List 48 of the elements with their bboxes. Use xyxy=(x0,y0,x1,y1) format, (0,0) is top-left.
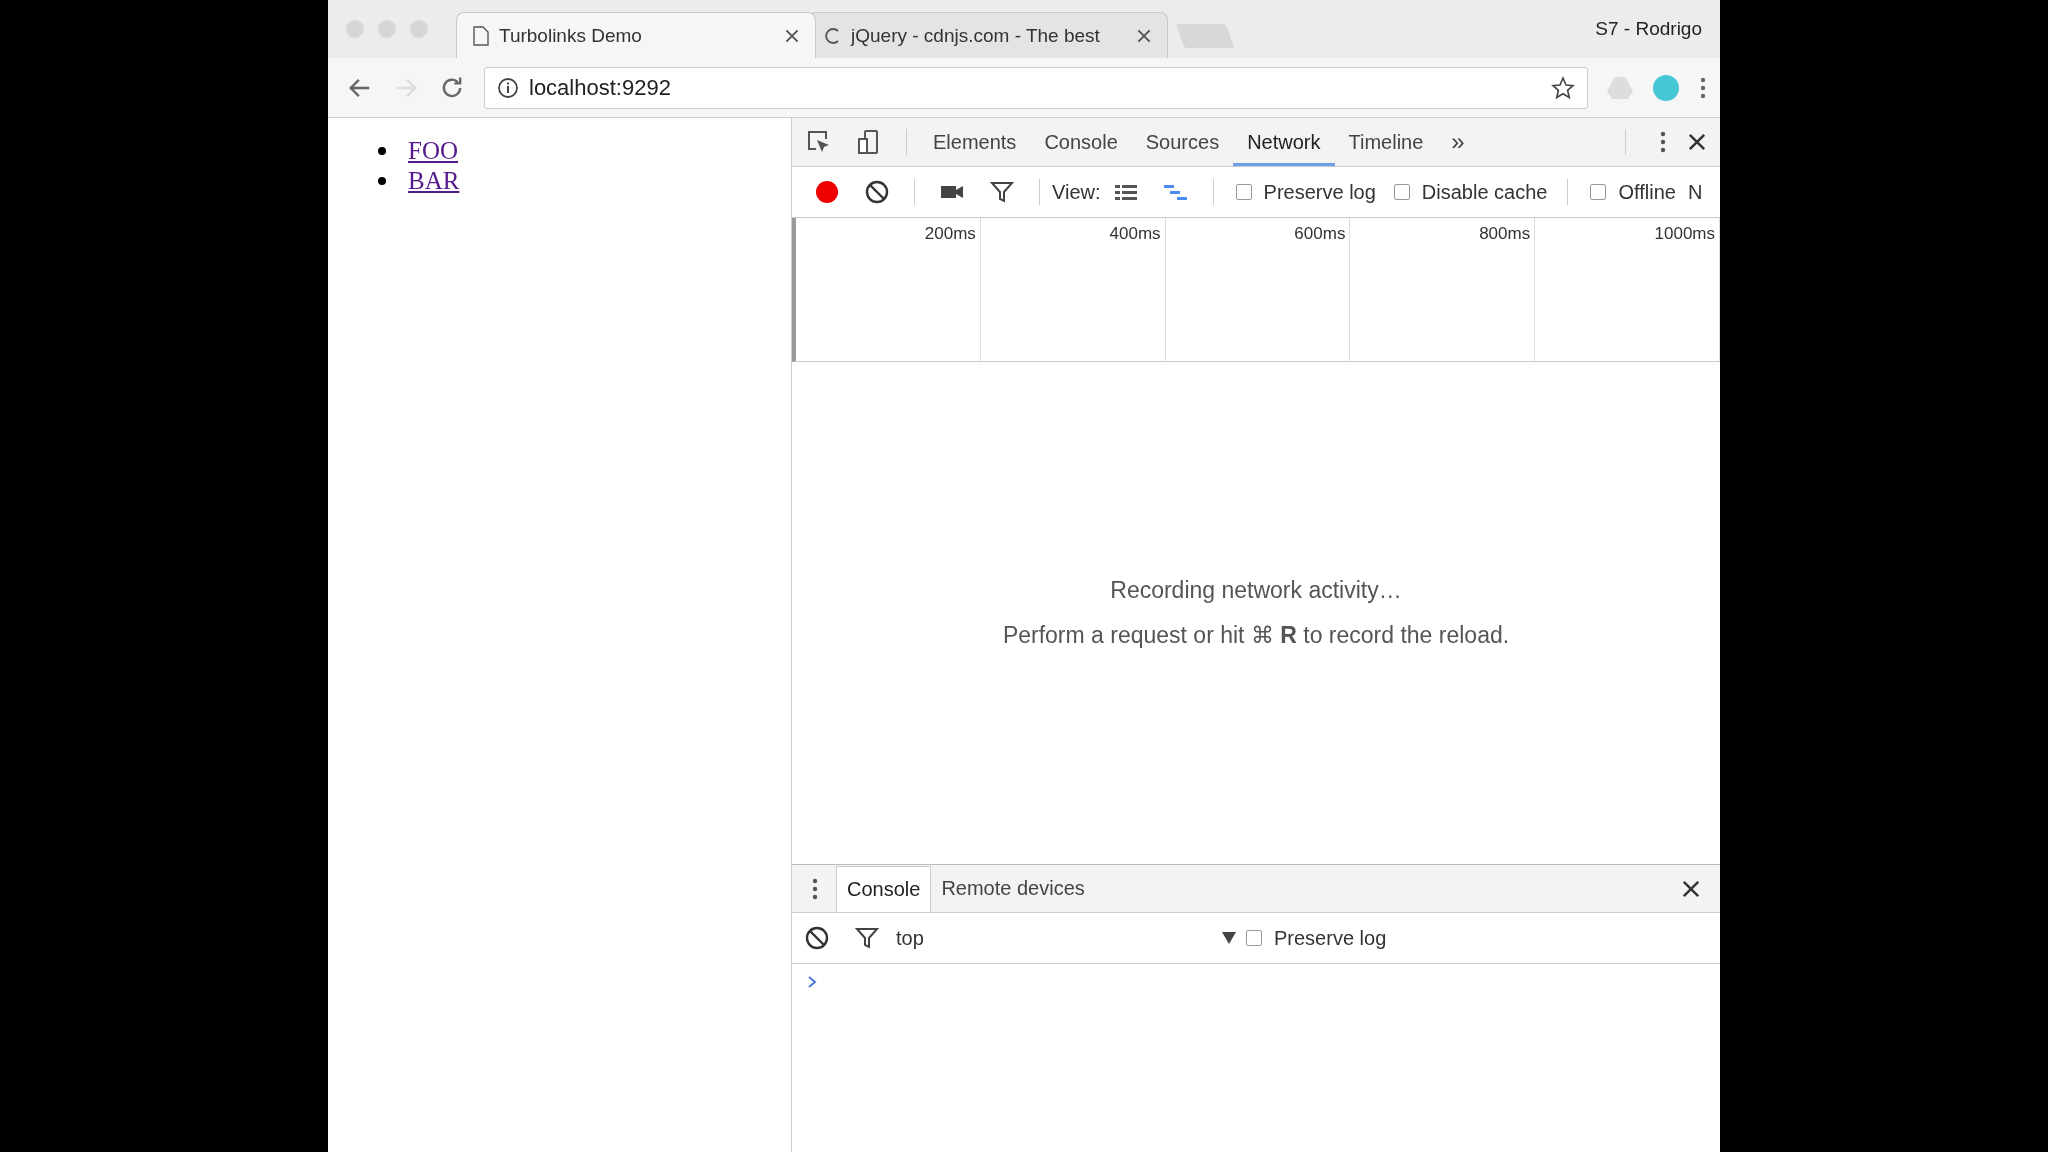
clear-icon[interactable] xyxy=(864,179,890,205)
option-label[interactable]: Offline xyxy=(1618,180,1676,204)
tick-label: 600ms xyxy=(1294,224,1346,243)
checkbox[interactable] xyxy=(1393,184,1410,200)
filter-icon[interactable] xyxy=(854,925,880,951)
devtools-tab[interactable]: Timeline xyxy=(1334,118,1438,166)
devtools-tab[interactable]: Elements xyxy=(919,118,1031,166)
throttling-label[interactable]: N xyxy=(1687,180,1703,204)
info-icon[interactable] xyxy=(497,76,519,99)
tick-label: 1000ms xyxy=(1654,224,1715,243)
tick-label: 800ms xyxy=(1479,224,1531,243)
drawer-tab[interactable]: Remote devices xyxy=(931,865,1095,912)
close-icon[interactable] xyxy=(1137,28,1151,43)
checkbox[interactable] xyxy=(1246,930,1262,946)
close-icon[interactable] xyxy=(1688,133,1706,151)
more-tabs-button[interactable]: » xyxy=(1437,118,1479,166)
close-icon[interactable] xyxy=(1682,879,1700,898)
bullet-icon xyxy=(378,147,386,155)
browser-tab[interactable]: Turbolinks Demo xyxy=(456,12,816,58)
page-link[interactable]: BAR xyxy=(408,167,460,195)
option-label[interactable]: Preserve log xyxy=(1274,926,1387,950)
address-bar[interactable]: localhost:9292 xyxy=(484,66,1588,109)
empty-hint: Perform a request or hit ⌘ R to record the reload. xyxy=(1002,622,1510,649)
checkbox[interactable] xyxy=(1590,184,1607,200)
drawer-tab[interactable]: Console xyxy=(836,865,932,912)
record-icon[interactable] xyxy=(814,179,840,205)
page-link[interactable]: FOO xyxy=(408,137,458,165)
bullet-icon xyxy=(378,177,386,185)
filter-icon[interactable] xyxy=(989,179,1015,205)
option-label[interactable]: Preserve log xyxy=(1263,180,1376,204)
empty-title: Recording network activity… xyxy=(1110,577,1402,604)
clear-icon[interactable] xyxy=(804,925,830,951)
dropdown-icon xyxy=(1222,932,1236,944)
close-icon[interactable] xyxy=(785,28,799,43)
devtools-tab[interactable]: Console xyxy=(1030,118,1132,166)
tick-label: 400ms xyxy=(1109,224,1161,243)
context-select[interactable]: top xyxy=(896,926,1236,950)
checkbox[interactable] xyxy=(1235,184,1252,200)
star-icon[interactable] xyxy=(1551,75,1575,100)
view-label: View: xyxy=(1052,180,1101,204)
prompt-icon xyxy=(806,974,818,990)
tick-label: 200ms xyxy=(924,224,976,243)
profile-name[interactable]: S7 - Rodrigo xyxy=(1595,18,1702,40)
menu-icon[interactable] xyxy=(1658,129,1668,155)
spinner-icon xyxy=(825,26,841,45)
option-label[interactable]: Disable cache xyxy=(1421,180,1548,204)
page-icon xyxy=(473,25,489,46)
devtools-tab[interactable]: Sources xyxy=(1131,118,1234,166)
